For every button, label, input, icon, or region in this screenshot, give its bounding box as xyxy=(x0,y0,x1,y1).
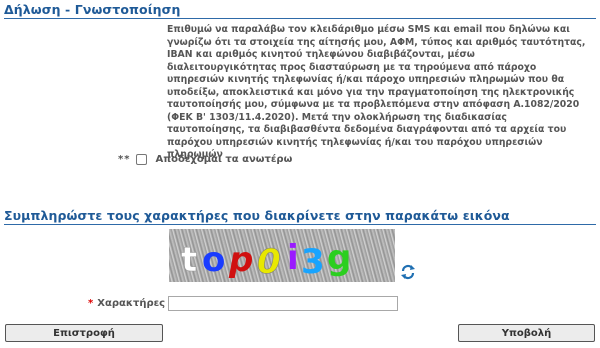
captcha-char: t xyxy=(181,240,197,280)
declaration-text: Επιθυμώ να παραλάβω τον κλειδάριθμο μέσω… xyxy=(167,24,586,160)
refresh-icon[interactable] xyxy=(400,264,416,280)
divider xyxy=(4,224,596,225)
accept-checkbox[interactable] xyxy=(136,154,148,165)
required-asterisk: * xyxy=(88,298,94,309)
required-marker: ** xyxy=(118,154,131,165)
captcha-char: o xyxy=(202,240,225,280)
chars-input[interactable] xyxy=(168,296,398,311)
captcha-char: i xyxy=(287,238,299,278)
captcha-char: 0 xyxy=(257,242,281,282)
captcha-char: p xyxy=(228,240,253,280)
accept-label[interactable]: Αποδέχομαι τα ανωτέρω xyxy=(155,154,292,165)
captcha-title: Συμπληρώστε τους χαρακτήρες που διακρίνε… xyxy=(4,208,510,223)
back-button[interactable]: Επιστροφή xyxy=(5,324,163,342)
declaration-title: Δήλωση - Γνωστοποίηση xyxy=(4,2,181,17)
chars-label: * Χαρακτήρες xyxy=(88,298,165,309)
accept-row: ** Αποδέχομαι τα ανωτέρω xyxy=(118,154,292,165)
captcha-char: 3 xyxy=(301,242,325,282)
captcha-graphic: t o p 0 i 3 g xyxy=(181,238,352,282)
captcha-char: g xyxy=(327,238,351,278)
submit-button[interactable]: Υποβολή xyxy=(458,324,595,342)
captcha-image: t o p 0 i 3 g xyxy=(169,229,395,282)
divider xyxy=(4,18,596,19)
chars-label-text: Χαρακτήρες xyxy=(97,298,166,309)
